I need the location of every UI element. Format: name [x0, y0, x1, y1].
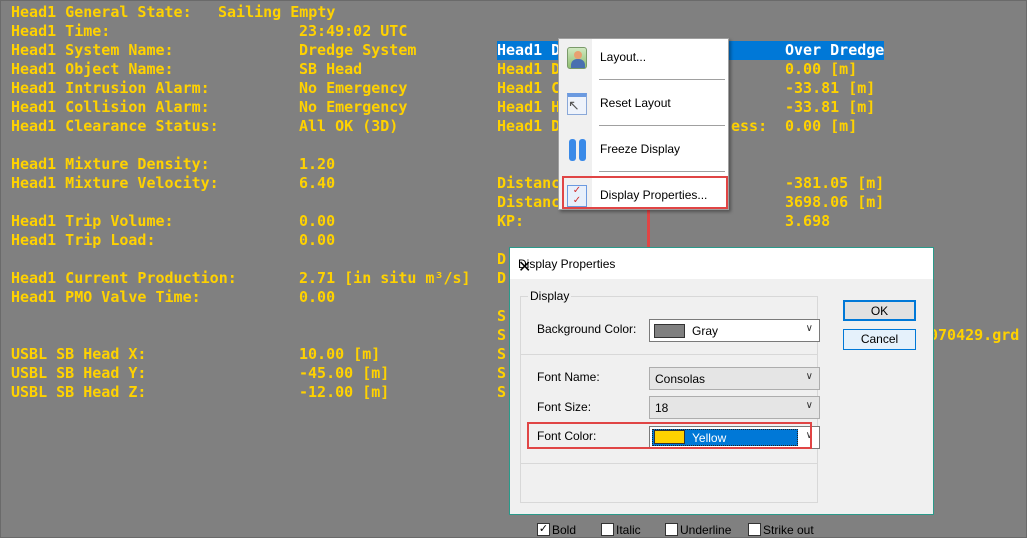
row-label: S	[497, 307, 507, 325]
font-name-select[interactable]: Consolas ∨	[649, 367, 820, 390]
row-value: All OK (3D)	[299, 117, 399, 135]
highlight-box-font-color	[527, 422, 812, 449]
row-value: 0.00	[299, 288, 336, 306]
row-value: 10.00 [m]	[299, 345, 381, 363]
background-color-select[interactable]: Gray ∨	[649, 319, 820, 342]
row-value: 3698.06 [m]	[785, 193, 885, 211]
menu-item-reset-layout[interactable]: ↖ Reset Layout	[559, 85, 728, 121]
row-label: Distanc	[497, 174, 561, 192]
menu-separator	[599, 125, 725, 126]
row-label: S	[497, 345, 507, 363]
highlight-box-display-properties	[562, 176, 728, 209]
reset-layout-cursor-icon: ↖	[567, 93, 587, 115]
row-value: 1.20	[299, 155, 336, 173]
row-value: Dredge System	[299, 41, 417, 59]
row-value: Sailing Empty	[218, 3, 336, 21]
row-value: 0.00	[299, 212, 336, 230]
layout-user-icon	[567, 47, 587, 69]
row-label: Head1 Trip Load:	[11, 231, 156, 249]
row-label: Head1 D	[497, 41, 561, 60]
row-value: 23:49:02 UTC	[299, 22, 408, 40]
row-value: 0.00 [m]	[785, 60, 858, 78]
row-label: Head1 General State:	[11, 3, 192, 21]
row-label: D	[497, 269, 507, 287]
row-value: 070429.grd	[929, 326, 1020, 344]
row-value: 2.71 [in situ m³/s]	[299, 269, 471, 287]
row-value: -45.00 [m]	[299, 364, 390, 382]
chevron-down-icon: ∨	[805, 323, 813, 334]
row-label: KP:	[497, 212, 525, 230]
row-label: Head1 Trip Volume:	[11, 212, 174, 230]
dialog-title-bar: Display Properties ✕	[510, 248, 933, 279]
cancel-button[interactable]: Cancel	[843, 329, 916, 350]
row-label: Head1 Intrusion Alarm:	[11, 79, 210, 97]
gray-swatch	[654, 324, 685, 338]
row-label: D	[497, 250, 507, 268]
row-label: Head1 System Name:	[11, 41, 174, 59]
row-label: S	[497, 364, 507, 382]
close-icon[interactable]: ✕	[518, 257, 923, 277]
row-value: -33.81 [m]	[785, 98, 876, 116]
row-label: Head1 Clearance Status:	[11, 117, 219, 135]
group-label: Display	[528, 289, 572, 303]
row-value: -12.00 [m]	[299, 383, 390, 401]
row-value: 0.00 [m]	[785, 117, 858, 135]
display-group: Display Background Color: Gray ∨ Font Na…	[520, 289, 820, 537]
row-label: USBL SB Head X:	[11, 345, 147, 363]
menu-item-freeze-display[interactable]: Freeze Display	[559, 131, 728, 167]
row-label: S	[497, 326, 507, 344]
row-label: Head1 Mixture Velocity:	[11, 174, 219, 192]
font-name-label: Font Name:	[537, 370, 600, 384]
row-label: S	[497, 383, 507, 401]
font-size-label: Font Size:	[537, 400, 592, 414]
row-value: 6.40	[299, 174, 336, 192]
row-label: Head1 PMO Valve Time:	[11, 288, 201, 306]
menu-item-layout[interactable]: Layout...	[559, 39, 728, 75]
row-label: Head1 C	[497, 79, 561, 97]
row-label: USBL SB Head Z:	[11, 383, 147, 401]
row-value: -33.81 [m]	[785, 79, 876, 97]
display-properties-dialog: Display Properties ✕ Display Background …	[509, 247, 934, 537]
row-label: Head1 D	[497, 117, 561, 135]
row-value: No Emergency	[299, 79, 408, 97]
row-label: Head1 Current Production:	[11, 269, 237, 287]
row-label: Head1 Collision Alarm:	[11, 98, 210, 116]
menu-separator	[599, 79, 725, 80]
row-value: Over Dredge	[785, 41, 885, 60]
row-label: Head1 H	[497, 98, 561, 116]
chevron-down-icon: ∨	[805, 371, 813, 382]
row-label-fragment: ess:	[731, 117, 768, 135]
font-size-select[interactable]: 18 ∨	[649, 396, 820, 419]
row-label: Head1 D	[497, 60, 561, 78]
row-value: 3.698	[785, 212, 831, 230]
row-label: Head1 Mixture Density:	[11, 155, 210, 173]
row-label: Head1 Object Name:	[11, 60, 174, 78]
row-value: -381.05 [m]	[785, 174, 885, 192]
row-label: Distanc	[497, 193, 561, 211]
row-value: SB Head	[299, 60, 363, 78]
chevron-down-icon: ∨	[805, 400, 813, 411]
row-label: USBL SB Head Y:	[11, 364, 147, 382]
pause-icon	[567, 139, 587, 161]
ok-button[interactable]: OK	[843, 300, 916, 321]
menu-separator	[599, 171, 725, 172]
row-value: 0.00	[299, 231, 336, 249]
row-value: No Emergency	[299, 98, 408, 116]
row-label: Head1 Time:	[11, 22, 111, 40]
background-color-label: Background Color:	[537, 322, 637, 336]
